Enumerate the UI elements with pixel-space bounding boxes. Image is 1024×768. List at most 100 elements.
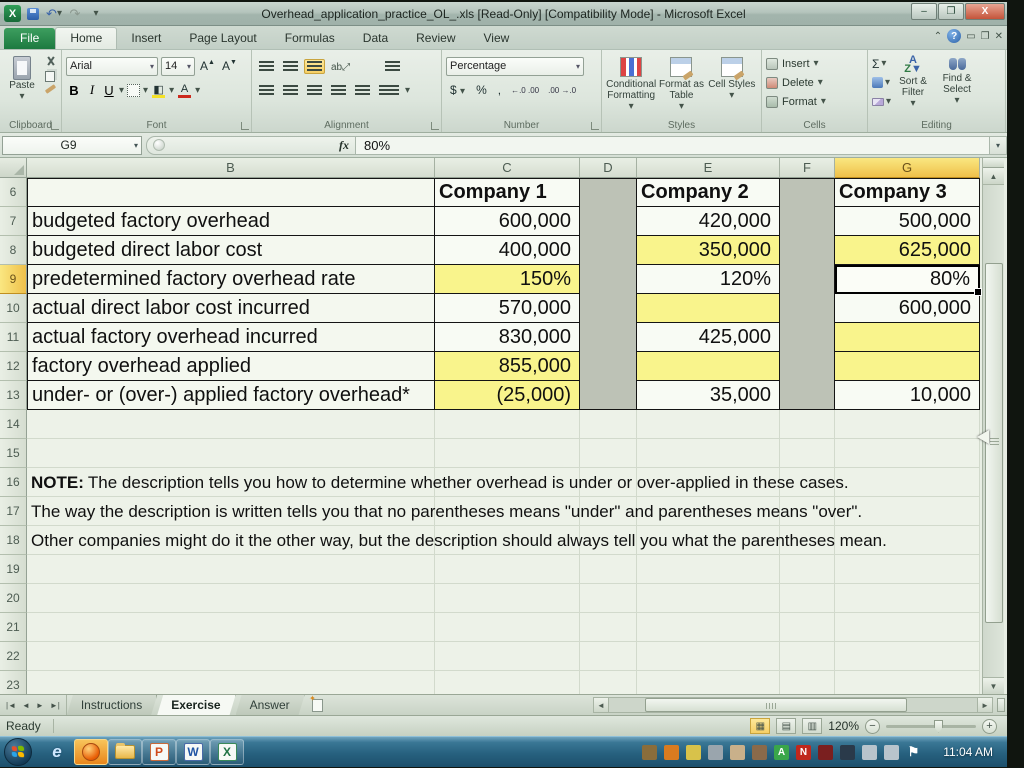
column-header-B[interactable]: B [27,158,435,178]
n-app-icon[interactable]: N [796,744,811,760]
cell-F9[interactable] [780,265,835,294]
cell-E9[interactable]: 120% [637,265,780,294]
decrease-decimal-button[interactable]: .00 →.0 [545,84,579,97]
font-dialog-launcher[interactable] [241,122,249,130]
cell-C15[interactable] [435,439,580,468]
fill-color-button[interactable]: ◧ [151,83,166,98]
cell-C19[interactable] [435,555,580,584]
ribbon-tab-insert[interactable]: Insert [117,28,175,49]
next-sheet-icon[interactable]: ► [34,701,46,710]
column-header-E[interactable]: E [637,158,780,178]
accounting-format-button[interactable]: $ ▾ [446,83,469,97]
decrease-indent-button[interactable] [328,83,349,98]
number-dialog-launcher[interactable] [591,122,599,130]
cell-F15[interactable] [780,439,835,468]
insert-cells-button[interactable]: Insert ▾ [766,54,863,73]
row-header-7[interactable]: 7 [0,207,27,236]
row-header-15[interactable]: 15 [0,439,27,468]
windows-explorer-icon[interactable] [108,739,142,765]
cell-B23[interactable] [27,671,435,694]
cell-G19[interactable] [835,555,980,584]
column-header-D[interactable]: D [580,158,637,178]
cell-C13[interactable]: (25,000) [435,381,580,410]
ribbon-tab-page-layout[interactable]: Page Layout [175,28,270,49]
row-header-18[interactable]: 18 [0,526,27,555]
top-align-button[interactable] [256,59,277,74]
cell-B21[interactable] [27,613,435,642]
excel-icon[interactable]: X [210,739,244,765]
name-box-dropdown-icon[interactable]: ▾ [134,141,141,150]
cell-C20[interactable] [435,584,580,613]
horizontal-split-handle[interactable] [997,698,1005,712]
cell-C23[interactable] [435,671,580,694]
vertical-split-handle[interactable] [983,158,1004,168]
shield-icon[interactable] [642,744,657,760]
cell-C22[interactable] [435,642,580,671]
font-name-combo[interactable]: Arial ▾ [66,56,158,76]
cell-G11[interactable] [835,323,980,352]
percent-style-button[interactable]: % [472,83,491,97]
zoom-slider-thumb[interactable] [934,719,943,733]
monitor-icon[interactable] [708,744,723,760]
antivirus-icon[interactable]: A [774,744,789,760]
vertical-scrollbar[interactable]: ▲ ▼ [982,158,1004,694]
volume-icon[interactable] [884,744,899,760]
cell-F8[interactable] [780,236,835,265]
zoom-out-button[interactable]: − [865,718,880,734]
close-button[interactable]: X [965,3,1005,20]
powerpoint-icon[interactable]: P [142,739,176,765]
merge-center-button[interactable] [376,83,402,98]
conditional-formatting-button[interactable]: Conditional Formatting ▾ [606,54,656,118]
cell-G6[interactable]: Company 3 [835,178,980,207]
cell-B6[interactable] [27,178,435,207]
cell-E10[interactable] [637,294,780,323]
cell-styles-button[interactable]: Cell Styles ▾ [707,54,757,118]
font-size-combo[interactable]: 14 ▾ [161,56,195,76]
cut-icon[interactable] [45,56,57,66]
cell-E21[interactable] [637,613,780,642]
cell-F22[interactable] [780,642,835,671]
cell-D9[interactable] [580,265,637,294]
cell-F12[interactable] [780,352,835,381]
row-header-17[interactable]: 17 [0,497,27,526]
row-header-12[interactable]: 12 [0,352,27,381]
firefox-icon[interactable] [74,739,108,765]
column-header-C[interactable]: C [435,158,580,178]
row-header-10[interactable]: 10 [0,294,27,323]
cell-D19[interactable] [580,555,637,584]
bold-button[interactable]: B [66,83,82,98]
row-header-22[interactable]: 22 [0,642,27,671]
cell-E22[interactable] [637,642,780,671]
cell-F23[interactable] [780,671,835,694]
page-break-view-button[interactable]: ▥ [802,718,823,734]
align-center-button[interactable] [280,83,301,98]
cell-D6[interactable] [580,178,637,207]
help-icon[interactable]: ? [947,29,962,43]
cell-B9[interactable]: predetermined factory overhead rate [27,265,435,294]
ribbon-tab-formulas[interactable]: Formulas [271,28,349,49]
cell-B10[interactable]: actual direct labor cost incurred [27,294,435,323]
row-header-19[interactable]: 19 [0,555,27,584]
row-header-6[interactable]: 6 [0,178,27,207]
cell-C12[interactable]: 855,000 [435,352,580,381]
name-box[interactable]: G9 ▾ [2,135,142,155]
last-sheet-icon[interactable]: ►| [48,701,62,710]
word-icon[interactable]: W [176,739,210,765]
cell-G22[interactable] [835,642,980,671]
mixer-icon[interactable] [752,744,767,760]
cell-B15[interactable] [27,439,435,468]
format-painter-icon[interactable] [44,84,57,94]
cell-F6[interactable] [780,178,835,207]
increase-indent-button[interactable] [352,83,373,98]
cell-C8[interactable]: 400,000 [435,236,580,265]
sort-filter-button[interactable]: A Z▼ Sort & Filter ▾ [891,54,935,118]
scroll-right-icon[interactable]: ► [977,697,993,713]
network-icon[interactable] [862,744,877,760]
row-header-21[interactable]: 21 [0,613,27,642]
cell-D7[interactable] [580,207,637,236]
tab-scroll-buttons[interactable]: |◄ ◄ ► ►| [0,695,67,715]
notes-icon[interactable] [686,744,701,760]
row-header-13[interactable]: 13 [0,381,27,410]
cell-G14[interactable] [835,410,980,439]
normal-view-button[interactable]: ▦ [750,718,771,734]
